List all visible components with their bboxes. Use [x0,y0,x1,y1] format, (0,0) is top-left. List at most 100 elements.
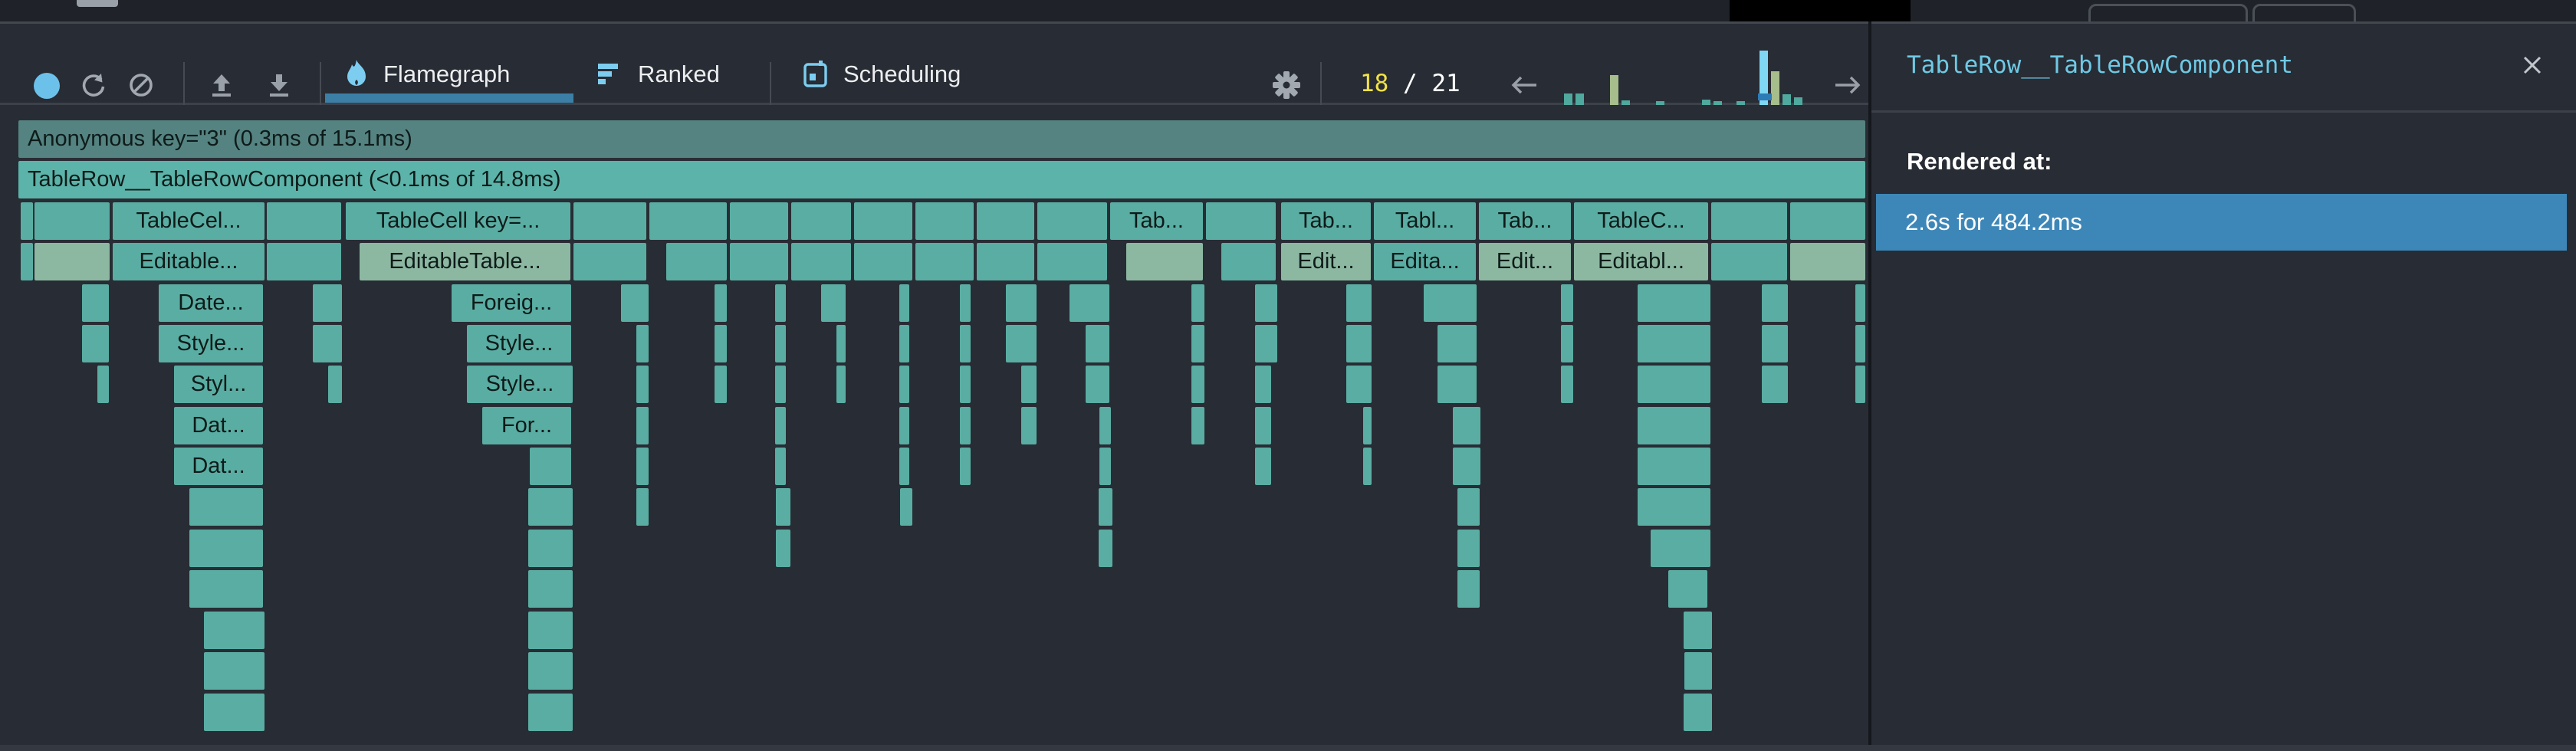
flame-cell[interactable] [791,243,851,280]
flame-cell[interactable]: Style... [159,325,263,362]
flame-cell[interactable] [1855,325,1865,362]
flame-cell[interactable] [1191,284,1204,322]
flame-cell[interactable]: Tab... [1110,202,1203,240]
flame-cell[interactable]: EditableTable... [360,243,570,280]
flame-cell[interactable] [900,488,912,526]
record-button[interactable] [34,73,60,99]
flame-cell[interactable]: Dat... [174,407,263,444]
flame-cell[interactable] [1070,284,1109,322]
flame-cell[interactable]: Style... [467,366,573,403]
flame-cell[interactable]: Tab... [1281,202,1371,240]
flame-cell[interactable] [267,202,341,240]
flame-cell[interactable] [899,448,909,485]
flame-cell[interactable] [1762,366,1788,403]
flame-cell[interactable] [1191,407,1204,444]
flame-cell[interactable] [1457,530,1480,567]
flame-cell[interactable] [1438,325,1477,362]
flame-cell[interactable] [204,652,264,690]
flame-cell[interactable] [528,694,573,731]
flame-cell[interactable] [1006,284,1037,322]
flame-cell[interactable]: For... [482,407,571,444]
next-commit-button[interactable] [1829,70,1866,100]
flame-cell[interactable]: TableRow__TableRowComponent (<0.1ms of 1… [18,161,1865,198]
flame-cell[interactable] [1126,243,1203,280]
settings-gear-icon[interactable] [1270,68,1300,99]
flame-cell[interactable] [1424,284,1477,322]
flame-cell[interactable] [1191,325,1204,362]
flame-cell[interactable] [204,694,264,731]
flame-cell[interactable]: Editable... [113,243,264,280]
flame-cell[interactable] [82,284,109,322]
flame-cell[interactable] [1638,284,1710,322]
flame-cell[interactable] [636,325,649,362]
flame-cell[interactable] [1790,202,1865,240]
flame-cell[interactable] [1255,325,1277,362]
flame-cell[interactable] [1086,366,1109,403]
flame-cell[interactable] [1206,202,1276,240]
flame-cell[interactable] [1790,243,1865,280]
flame-cell[interactable] [189,530,263,567]
flame-cell[interactable] [1684,652,1712,690]
flame-cell[interactable]: TableCel... [113,202,264,240]
flame-cell[interactable] [1006,325,1037,362]
flame-cell[interactable] [776,530,790,567]
flame-cell[interactable] [1021,366,1037,403]
flame-cell[interactable] [836,366,846,403]
flame-cell[interactable] [1651,530,1710,567]
flame-cell[interactable] [189,488,263,526]
flame-cell[interactable] [915,243,974,280]
import-profile-button[interactable] [206,70,237,100]
flame-cell[interactable] [1684,612,1712,649]
flame-cell[interactable] [1684,694,1712,731]
flame-cell[interactable] [899,407,909,444]
flame-cell[interactable] [1453,448,1480,485]
flame-cell[interactable] [1191,366,1204,403]
flame-cell[interactable] [1855,366,1865,403]
flame-cell[interactable]: Date... [159,284,263,322]
flame-cell[interactable] [1638,448,1710,485]
flame-cell[interactable] [730,202,788,240]
flame-cell[interactable] [21,243,33,280]
flame-cell[interactable] [899,284,909,322]
flame-cell[interactable] [1037,243,1107,280]
flame-cell[interactable]: Anonymous key="3" (0.3ms of 15.1ms) [18,120,1865,158]
flame-cell[interactable] [960,366,971,403]
flame-cell[interactable] [899,366,909,403]
flame-cell[interactable] [649,202,727,240]
flame-cell[interactable] [636,488,649,526]
flame-cell[interactable] [636,366,649,403]
flame-cell[interactable] [1711,243,1787,280]
flame-cell[interactable] [1638,366,1710,403]
flame-cell[interactable] [636,407,649,444]
flame-cell[interactable] [821,284,846,322]
flame-cell[interactable] [1762,325,1788,362]
flame-cell[interactable] [34,243,110,280]
flame-cell[interactable] [313,284,342,322]
flame-cell[interactable] [328,366,342,403]
flame-cell[interactable] [1561,284,1573,322]
tab-scheduling[interactable]: Scheduling [800,45,961,103]
flame-cell[interactable] [204,612,264,649]
flame-cell[interactable] [1021,407,1037,444]
flame-cell[interactable] [775,325,786,362]
flame-cell[interactable] [1762,284,1788,322]
flame-cell[interactable]: Styl... [174,366,263,403]
flame-cell[interactable]: TableCell key=... [346,202,570,240]
reload-profile-button[interactable] [78,70,109,100]
flame-cell[interactable] [775,366,786,403]
flame-cell[interactable] [1855,284,1865,322]
flame-cell[interactable] [715,284,727,322]
flame-cell[interactable] [915,202,974,240]
flame-cell[interactable] [1086,325,1109,362]
clear-profile-button[interactable] [126,70,156,100]
flame-cell[interactable] [1346,366,1372,403]
flame-cell[interactable] [1255,448,1271,485]
flame-cell[interactable] [1561,366,1573,403]
flame-cell[interactable] [82,325,109,362]
flame-cell[interactable] [960,325,971,362]
flame-cell[interactable] [1255,366,1271,403]
flame-cell[interactable]: TableC... [1574,202,1708,240]
flame-cell[interactable] [1099,488,1112,526]
flame-cell[interactable] [899,325,909,362]
flame-cell[interactable] [573,202,646,240]
